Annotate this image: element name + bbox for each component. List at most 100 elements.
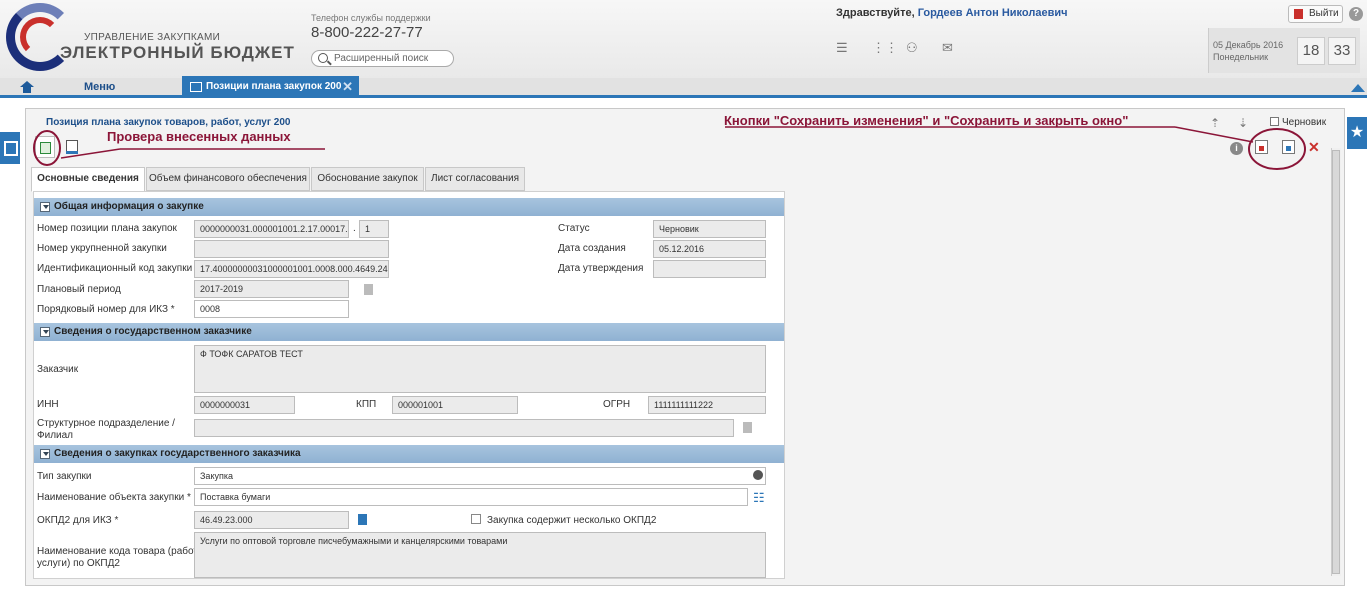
collapse-up-icon[interactable] <box>1351 84 1365 92</box>
tab-label: Позиции плана закупок 200 <box>206 81 342 92</box>
search-placeholder: Расширенный поиск <box>334 53 429 64</box>
tab-financing[interactable]: Объем финансового обеспечения <box>146 167 310 191</box>
save-changes-button[interactable] <box>1255 140 1268 154</box>
info-icon[interactable]: i <box>1230 142 1243 155</box>
support-phone: 8-800-222-27-77 <box>311 24 423 41</box>
ikz-label: Идентификационный код закупки <box>37 263 193 274</box>
logo-line2: ЭЛЕКТРОННЫЙ БЮДЖЕТ <box>60 43 295 62</box>
section-customer[interactable]: Сведения о государственном заказчике <box>34 323 784 341</box>
approved-field <box>653 260 766 278</box>
clock-hour: 18 <box>1297 37 1325 65</box>
search-icon <box>318 53 328 63</box>
annotation-circle-left <box>33 130 61 166</box>
object-label: Наименование объекта закупки * <box>37 492 191 503</box>
collapse-section-icon[interactable] <box>40 327 50 337</box>
table-icon <box>190 82 202 92</box>
advanced-search-input[interactable]: Расширенный поиск <box>311 50 454 67</box>
favorites-star-icon[interactable]: ★ <box>1347 117 1367 149</box>
dropdown-icon[interactable] <box>753 470 763 480</box>
branch-select-icon[interactable] <box>743 422 752 433</box>
branch-label-2: Филиал <box>37 430 74 441</box>
customer-field: Ф ТОФК САРАТОВ ТЕСТ <box>194 345 766 393</box>
kpp-label: КПП <box>356 399 377 410</box>
okpd-name-field: Услуги по оптовой торговле писчебумажным… <box>194 532 766 578</box>
collapse-section-icon[interactable] <box>40 202 50 212</box>
current-weekday: Понедельник <box>1213 52 1269 62</box>
logo-line1: УПРАВЛЕНИЕ ЗАКУПКАМИ <box>84 32 221 43</box>
position-no-suffix-field: 1 <box>359 220 389 238</box>
annotation-right: Кнопки "Сохранить изменения" и "Сохранит… <box>724 113 1129 128</box>
logo-accent-icon <box>20 17 60 57</box>
ogrn-label: ОГРН <box>603 399 631 410</box>
tab-purchase-plan-positions[interactable]: Позиции плана закупок 200 ✕ <box>182 76 359 98</box>
status-label: Статус <box>558 223 590 234</box>
tree-icon[interactable]: ⋮⋮ <box>872 40 898 56</box>
menu-button[interactable]: Меню <box>84 81 115 93</box>
mail-icon[interactable]: ✉ <box>942 40 953 56</box>
inn-label: ИНН <box>37 399 59 410</box>
created-label: Дата создания <box>558 243 626 254</box>
okpd-name-label-1: Наименование кода товара (работы, <box>37 546 208 557</box>
ikz-field: 17.40000000031000001001.0008.000.4649.24… <box>194 260 389 278</box>
seq-input[interactable]: 0008 <box>194 300 349 318</box>
list-edit-icon[interactable]: ☷ <box>753 490 765 506</box>
scrollbar-thumb[interactable] <box>1332 150 1340 574</box>
section-title: Сведения о государственном заказчике <box>54 326 252 337</box>
okpd-field: 46.49.23.000 <box>194 511 349 529</box>
support-label: Телефон службы поддержки <box>311 13 431 23</box>
multi-okpd-label: Закупка содержит несколько ОКПД2 <box>487 515 657 526</box>
greeting: Здравствуйте, Гордеев Антон Николаевич <box>836 7 1068 19</box>
period-select-icon[interactable] <box>364 284 373 295</box>
save-and-close-button[interactable] <box>1282 140 1295 154</box>
multi-okpd-checkbox[interactable] <box>471 514 481 524</box>
tab-justification[interactable]: Обоснование закупок <box>311 167 424 191</box>
section-title: Общая информация о закупке <box>54 201 204 212</box>
customer-label: Заказчик <box>37 364 79 375</box>
help-icon[interactable]: ? <box>1349 7 1363 21</box>
annotation-left: Провера внесенных данных <box>107 129 291 144</box>
okpd-select-icon[interactable] <box>358 514 367 525</box>
greeting-text: Здравствуйте, <box>836 7 915 19</box>
collapse-section-icon[interactable] <box>40 449 50 459</box>
user-name[interactable]: Гордеев Антон Николаевич <box>918 7 1068 19</box>
position-no-separator: . <box>353 223 356 234</box>
branch-label-1: Структурное подразделение / <box>37 418 175 429</box>
ogrn-field: 1111111111222 <box>648 396 766 414</box>
position-no-label: Номер позиции плана закупок <box>37 223 177 234</box>
kpp-field: 000001001 <box>392 396 518 414</box>
tab-approval-sheet[interactable]: Лист согласования <box>425 167 525 191</box>
close-tab-icon[interactable]: ✕ <box>342 76 353 98</box>
annotation-line-right <box>1174 126 1254 143</box>
list-icon[interactable]: ☰ <box>836 40 848 56</box>
branch-field <box>194 419 734 437</box>
tab-main-info[interactable]: Основные сведения <box>31 167 145 192</box>
inn-field: 0000000031 <box>194 396 295 414</box>
okpd-label: ОКПД2 для ИКЗ * <box>37 515 119 526</box>
annotation-line-left <box>60 148 121 159</box>
period-field: 2017-2019 <box>194 280 349 298</box>
section-general[interactable]: Общая информация о закупке <box>34 198 784 216</box>
created-field: 05.12.2016 <box>653 240 766 258</box>
consolidated-field <box>194 240 389 258</box>
side-panel-toggle-left[interactable] <box>0 132 20 164</box>
okpd-name-label-2: услуги) по ОКПД2 <box>37 558 120 569</box>
section-title: Сведения о закупках государственного зак… <box>54 448 301 459</box>
object-input[interactable]: Поставка бумаги <box>194 488 748 506</box>
current-date: 05 Декабрь 2016 <box>1213 40 1284 50</box>
exit-label: Выйти <box>1309 8 1339 19</box>
section-purchases[interactable]: Сведения о закупках государственного зак… <box>34 445 784 463</box>
home-icon[interactable] <box>20 81 34 93</box>
exit-icon <box>1294 9 1303 19</box>
close-window-button[interactable]: ✕ <box>1308 139 1320 156</box>
consolidated-label: Номер укрупненной закупки <box>37 243 167 254</box>
users-icon[interactable]: ⚇ <box>906 40 918 56</box>
type-label: Тип закупки <box>37 471 92 482</box>
approved-label: Дата утверждения <box>558 263 644 274</box>
position-no-field: 0000000031.000001001.2.17.00017. <box>194 220 349 238</box>
clock-minute: 33 <box>1328 37 1356 65</box>
status-field: Черновик <box>653 220 766 238</box>
seq-label: Порядковый номер для ИКЗ * <box>37 304 175 315</box>
type-select[interactable]: Закупка <box>194 467 766 485</box>
exit-button[interactable]: Выйти <box>1288 5 1343 23</box>
period-label: Плановый период <box>37 284 121 295</box>
